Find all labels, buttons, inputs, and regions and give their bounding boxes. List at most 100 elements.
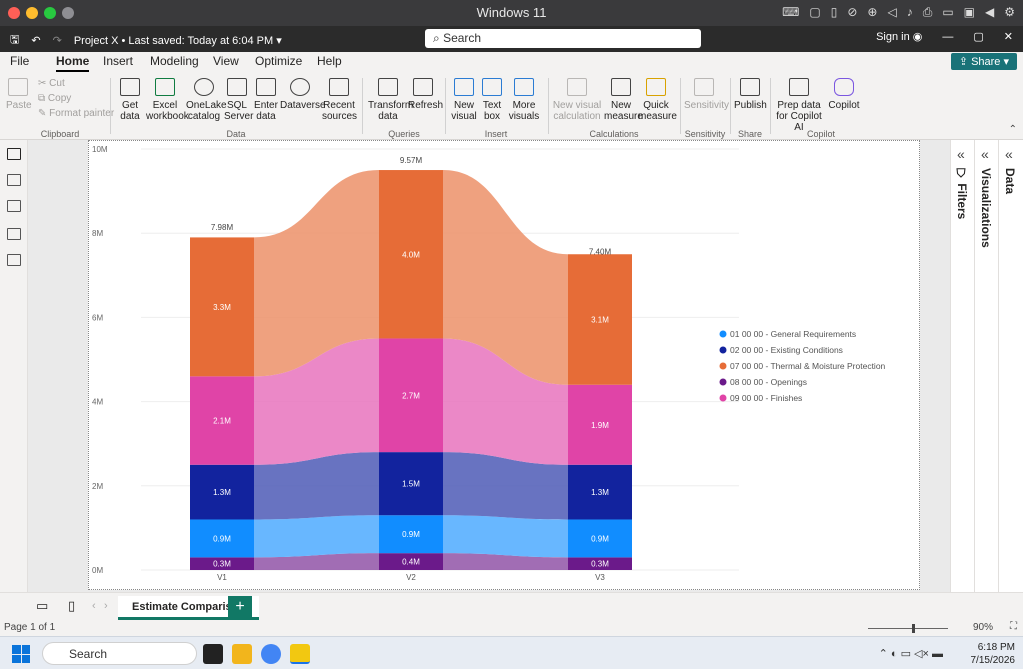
data-label: 2.7M (402, 391, 420, 400)
cut-button[interactable]: ✂ Cut (38, 78, 65, 89)
prev-page-icon[interactable]: ‹ (92, 600, 96, 612)
settings-gear-icon[interactable]: ⚙ (1004, 5, 1015, 20)
data-label: Data (1003, 168, 1017, 195)
sensitivity-icon (694, 78, 714, 96)
add-page-button[interactable]: + (228, 596, 252, 618)
tab-modeling[interactable]: Modeling (150, 54, 199, 68)
model-view-icon[interactable] (7, 200, 21, 212)
tab-view[interactable]: View (213, 54, 239, 68)
data-label: 0.3M (213, 560, 231, 569)
save-icon[interactable]: 🖫 (10, 31, 19, 50)
data-pane[interactable]: « Data (998, 140, 1023, 592)
fit-to-page-icon[interactable]: ⛶ (1010, 621, 1017, 632)
tmdl-view-icon[interactable] (7, 254, 21, 266)
zoom-level[interactable]: 90% (973, 622, 993, 633)
new-measure-button[interactable]: New measure (604, 78, 643, 122)
x-tick-label: V2 (406, 573, 416, 582)
tab-optimize[interactable]: Optimize (255, 54, 302, 68)
x-tick-label: V1 (217, 573, 227, 582)
onelake-button[interactable]: OneLake catalog (186, 78, 227, 122)
transform-data-button[interactable]: Transform data (368, 78, 413, 122)
visualizations-pane[interactable]: « Visualizations (974, 140, 998, 592)
globe-icon[interactable]: ⊕ (867, 5, 877, 20)
screen-icon[interactable]: ▢ (809, 5, 820, 20)
group-label-data: Data (226, 129, 246, 139)
text-box-button[interactable]: Text box (480, 78, 504, 122)
zoom-slider-thumb[interactable] (912, 624, 915, 633)
report-view-icon[interactable] (7, 148, 21, 160)
power-bi-icon[interactable] (290, 644, 310, 664)
next-page-icon[interactable]: › (104, 600, 108, 612)
table-view-icon[interactable] (7, 174, 21, 186)
expand-data-icon[interactable]: « (1005, 146, 1013, 162)
keyboard-icon[interactable]: ⌨ (782, 5, 799, 20)
sql-server-button[interactable]: SQL Server (224, 78, 253, 122)
chevron-down-icon[interactable]: ▾ (276, 35, 282, 47)
quick-measure-button[interactable]: Quick measure (638, 78, 677, 122)
more-visuals-button[interactable]: More visuals (506, 78, 542, 122)
ribbon-chart[interactable]: 0M 2M 4M 6M 8M 10M 0.3M 0.9M 1.3M 2.1M 3.3M 7.98M V1… (89, 141, 921, 591)
share-button[interactable]: ⇪ Share ▾ (950, 53, 1017, 70)
recent-sources-button[interactable]: Recent sources (322, 78, 357, 122)
copy-button[interactable]: ⧉ Copy (38, 93, 71, 104)
total-label: 7.98M (211, 223, 234, 232)
format-painter-button[interactable]: ✎ Format painter (38, 108, 114, 119)
lightning-icon (646, 78, 666, 96)
sign-in-button[interactable]: Sign in ◉ (876, 30, 922, 43)
expand-visualizations-icon[interactable]: « (981, 146, 989, 162)
new-visual-calculation-button[interactable]: New visual calculation (552, 78, 602, 122)
system-tray-icons[interactable]: ⌃ ◐ ▭ ◁× ▬ (879, 647, 943, 660)
desktop-layout-icon[interactable]: ▭ (36, 598, 48, 614)
dax-query-icon[interactable] (7, 228, 21, 240)
print-icon[interactable]: ⎙ (923, 5, 933, 20)
redo-icon[interactable]: ↷ (53, 34, 62, 47)
maximize-button[interactable]: ▢ (973, 30, 983, 43)
dataverse-button[interactable]: Dataverse (280, 78, 326, 111)
excel-icon (155, 78, 175, 96)
file-icon[interactable]: ▯ (831, 5, 838, 20)
tab-file[interactable]: File (10, 54, 29, 68)
paste-button[interactable]: Paste (6, 78, 32, 111)
mic-icon[interactable]: ♪ (907, 5, 913, 20)
task-view-icon[interactable] (203, 644, 223, 664)
legend-label: 09 00 00 - Finishes (730, 393, 802, 403)
close-button[interactable]: ✕ (1004, 30, 1013, 43)
back-icon[interactable]: ◀ (985, 5, 994, 20)
legend-label: 02 00 00 - Existing Conditions (730, 345, 843, 355)
camera-icon[interactable]: ▭ (942, 5, 953, 20)
get-data-button[interactable]: Get data (116, 78, 144, 122)
text-box-icon (482, 78, 502, 96)
windows-start-icon[interactable] (12, 645, 30, 663)
publish-button[interactable]: Publish (734, 78, 767, 111)
y-tick-label: 8M (92, 229, 103, 238)
clock[interactable]: 6:18 PM 7/15/2026 (971, 641, 1016, 667)
no-entry-icon[interactable]: ⊘ (847, 5, 857, 20)
data-label: 0.3M (591, 560, 609, 569)
total-label: 7.40M (589, 247, 612, 256)
filters-pane[interactable]: « ⛉ Filters (950, 140, 974, 592)
app-search-box[interactable]: ⌕ Search (425, 29, 701, 48)
file-explorer-icon[interactable] (232, 644, 252, 664)
refresh-button[interactable]: Refresh (408, 78, 443, 111)
enter-data-button[interactable]: Enter data (254, 78, 278, 122)
mobile-layout-icon[interactable]: ▯ (68, 598, 75, 614)
volume-icon[interactable]: ◁ (887, 5, 896, 20)
excel-workbook-button[interactable]: Excel workbook (146, 78, 189, 122)
collapse-ribbon-icon[interactable]: ⌃ (1009, 124, 1017, 135)
taskbar-search[interactable]: Search (42, 642, 197, 665)
image-icon[interactable]: ▣ (964, 5, 975, 20)
legend-label: 01 00 00 - General Requirements (730, 329, 856, 339)
minimize-button[interactable]: — (942, 31, 953, 43)
chrome-icon[interactable] (261, 644, 281, 664)
tab-help[interactable]: Help (317, 54, 342, 68)
refresh-icon (413, 78, 433, 96)
tab-insert[interactable]: Insert (103, 54, 133, 68)
zoom-slider[interactable] (868, 628, 948, 629)
prep-data-copilot-button[interactable]: Prep data for Copilot AI (776, 78, 822, 133)
undo-icon[interactable]: ↶ (31, 34, 40, 47)
tab-home[interactable]: Home (56, 54, 90, 72)
copilot-button[interactable]: Copilot (826, 78, 862, 111)
collapse-filters-icon[interactable]: « (957, 146, 965, 162)
new-visual-button[interactable]: New visual (450, 78, 478, 122)
sensitivity-button[interactable]: Sensitivity (684, 78, 729, 111)
